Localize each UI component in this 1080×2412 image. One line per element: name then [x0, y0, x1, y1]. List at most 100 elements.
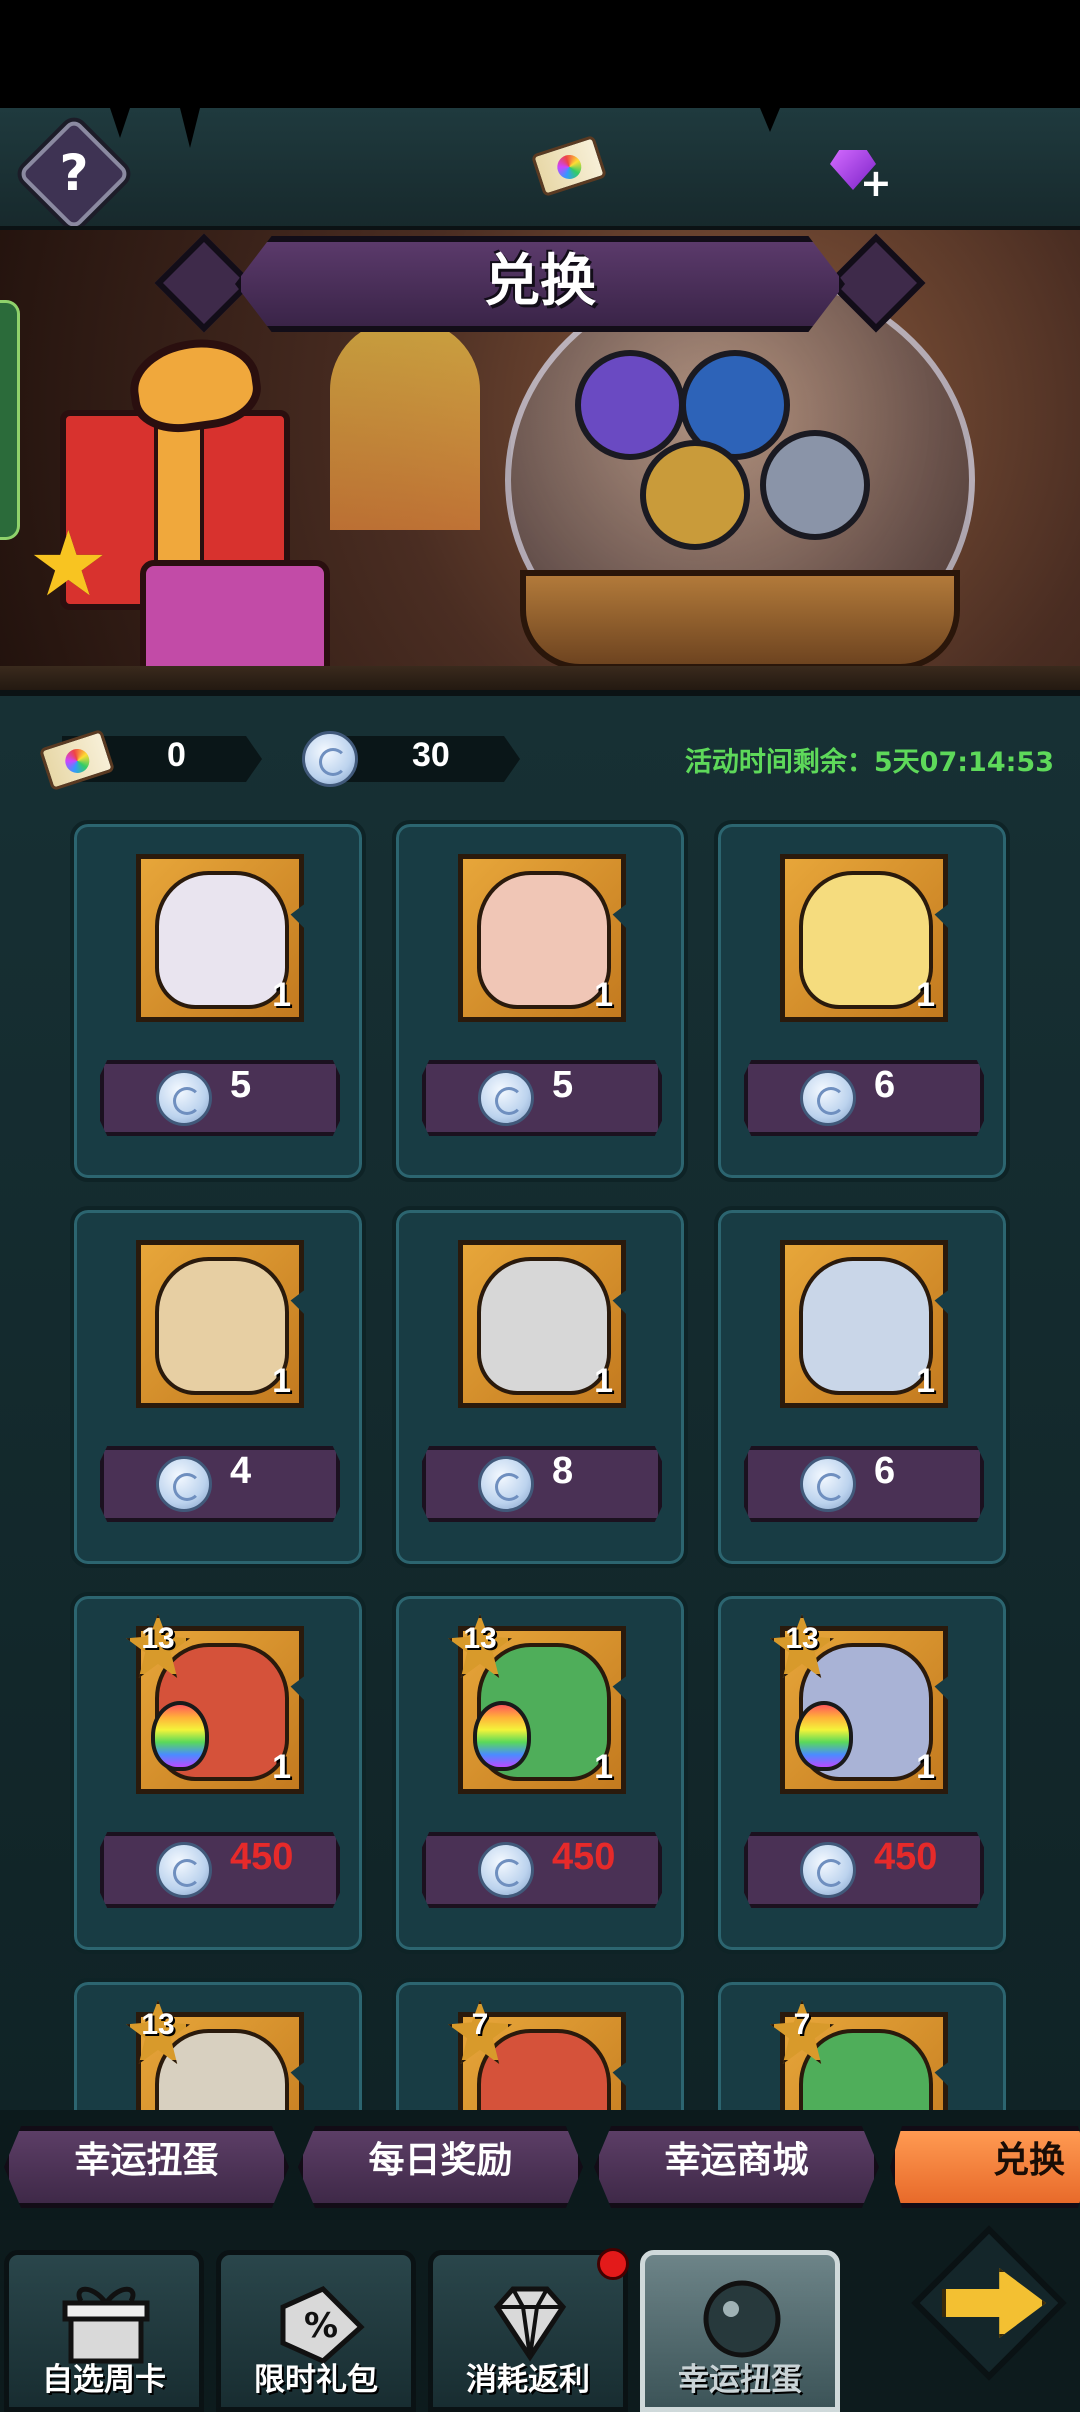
exchange-price-button[interactable]: 6 — [744, 1060, 984, 1136]
tab-label: 幸运商城 — [664, 2140, 809, 2181]
exchange-card[interactable]: 18 — [392, 1206, 688, 1568]
star-level: 13 — [463, 1622, 497, 1655]
exchange-coin-icon — [478, 1070, 534, 1126]
hero-avatar — [155, 871, 289, 1009]
star-level: 7 — [471, 2008, 489, 2041]
price-value: 5 — [230, 1064, 252, 1106]
ticket-icon — [530, 134, 608, 198]
exchange-card[interactable]: 1 13 450 — [70, 1592, 366, 1954]
exchange-price-button[interactable]: 5 — [100, 1060, 340, 1136]
next-page-button[interactable] — [911, 2225, 1072, 2381]
exchange-card[interactable]: 14 — [70, 1206, 366, 1568]
nav-label: 消耗返利 — [466, 2362, 590, 2398]
price-value: 8 — [552, 1450, 574, 1492]
exchange-coin-icon — [800, 1456, 856, 1512]
rainbow-egg-icon — [151, 1701, 209, 1771]
exchange-price-button[interactable]: 450 — [422, 1832, 662, 1908]
capsule-illustration — [575, 350, 685, 460]
star-level: 13 — [141, 2008, 175, 2041]
gift-box-small-illustration — [140, 560, 330, 680]
rainbow-egg-icon — [795, 1701, 853, 1771]
item-portrait: 1 — [780, 854, 948, 1022]
price-value: 450 — [230, 1836, 294, 1878]
coin-points: 30 — [412, 736, 450, 774]
hero-avatar — [155, 1257, 289, 1395]
shelf-decor — [0, 666, 1080, 690]
item-quantity: 1 — [272, 976, 291, 1014]
item-portrait: 1 — [136, 854, 304, 1022]
exchange-coin-icon — [156, 1842, 212, 1898]
tab-label: 幸运扭蛋 — [74, 2140, 219, 2181]
event-timer: 活动时间剩余：5天07:14:53 — [684, 747, 1054, 778]
tab-lucky-shop[interactable]: 幸运商城 — [594, 2126, 879, 2208]
ticket-points: 0 — [167, 736, 186, 774]
top-bar: ? 0 8519 + — [0, 108, 1080, 307]
hero-avatar — [799, 871, 933, 1009]
exchange-coin-icon — [478, 1456, 534, 1512]
exchange-card[interactable]: 7 — [714, 1978, 1010, 2110]
decor-drip — [760, 108, 780, 132]
rainbow-egg-icon — [473, 1701, 531, 1771]
price-value: 4 — [230, 1450, 252, 1492]
exchange-card[interactable]: 15 — [70, 820, 366, 1182]
item-portrait: 1 — [780, 1240, 948, 1408]
page-title-plate: 兑换 — [154, 230, 926, 340]
exchange-card[interactable]: 7 — [392, 1978, 688, 2110]
points-row: 0 30 活动时间剩余：5天07:14:53 — [0, 726, 1080, 796]
item-quantity: 1 — [916, 1748, 935, 1786]
item-quantity: 1 — [916, 976, 935, 1014]
star-icon: ★ — [28, 512, 109, 617]
nav-label: 幸运扭蛋 — [678, 2362, 802, 2398]
nav-lucky-gacha[interactable]: 幸运扭蛋 — [640, 2250, 840, 2412]
price-value: 450 — [552, 1836, 616, 1878]
star-level: 7 — [793, 2008, 811, 2041]
exchange-price-button[interactable]: 4 — [100, 1446, 340, 1522]
exchange-price-button[interactable]: 8 — [422, 1446, 662, 1522]
side-pull-tab[interactable] — [0, 300, 20, 540]
exchange-coin-icon — [478, 1842, 534, 1898]
nav-weekly-card[interactable]: 自选周卡 — [4, 2250, 204, 2412]
exchange-card[interactable]: 15 — [392, 820, 688, 1182]
hero-avatar — [799, 1257, 933, 1395]
help-button[interactable]: ? — [17, 117, 131, 236]
exchange-coin-icon — [156, 1070, 212, 1126]
item-portrait: 1 — [136, 1240, 304, 1408]
item-portrait: 1 — [458, 1240, 626, 1408]
exchange-card[interactable]: 16 — [714, 820, 1010, 1182]
question-icon: ? — [59, 144, 89, 202]
decor-drip — [180, 108, 200, 148]
exchange-card[interactable]: 1 13 450 — [392, 1592, 688, 1954]
exchange-price-button[interactable]: 5 — [422, 1060, 662, 1136]
tab-exchange[interactable]: 兑换 — [890, 2126, 1080, 2208]
exchange-price-button[interactable]: 6 — [744, 1446, 984, 1522]
item-quantity: 1 — [272, 1362, 291, 1400]
exchange-card[interactable]: 13 — [70, 1978, 366, 2110]
svg-text:%: % — [304, 2306, 338, 2346]
nav-label: 自选周卡 — [42, 2362, 166, 2398]
price-value: 6 — [874, 1450, 896, 1492]
tab-daily-rewards[interactable]: 每日奖励 — [298, 2126, 583, 2208]
tab-label: 兑换 — [992, 2140, 1065, 2181]
tab-label: 每日奖励 — [368, 2140, 513, 2181]
nav-spend-rebate[interactable]: 消耗返利 — [428, 2250, 628, 2412]
notification-dot — [597, 2248, 629, 2280]
tab-lucky-gacha[interactable]: 幸运扭蛋 — [4, 2126, 289, 2208]
item-quantity: 1 — [594, 1362, 613, 1400]
item-quantity: 1 — [916, 1362, 935, 1400]
coin-illustration — [640, 440, 750, 550]
exchange-card[interactable]: 1 13 450 — [714, 1592, 1010, 1954]
status-bar — [0, 0, 1080, 108]
item-quantity: 1 — [594, 1748, 613, 1786]
page-title: 兑换 — [484, 249, 596, 314]
exchange-card[interactable]: 16 — [714, 1206, 1010, 1568]
nav-limited-pack[interactable]: % 限时礼包 — [216, 2250, 416, 2412]
plus-icon: + — [860, 161, 892, 205]
exchange-price-button[interactable]: 450 — [100, 1832, 340, 1908]
item-portrait: 1 — [458, 854, 626, 1022]
exchange-coin-icon — [800, 1842, 856, 1898]
exchange-coin-icon — [800, 1070, 856, 1126]
exchange-price-button[interactable]: 450 — [744, 1832, 984, 1908]
price-value: 6 — [874, 1064, 896, 1106]
star-level: 13 — [785, 1622, 819, 1655]
add-gem-button[interactable]: + — [826, 142, 892, 205]
